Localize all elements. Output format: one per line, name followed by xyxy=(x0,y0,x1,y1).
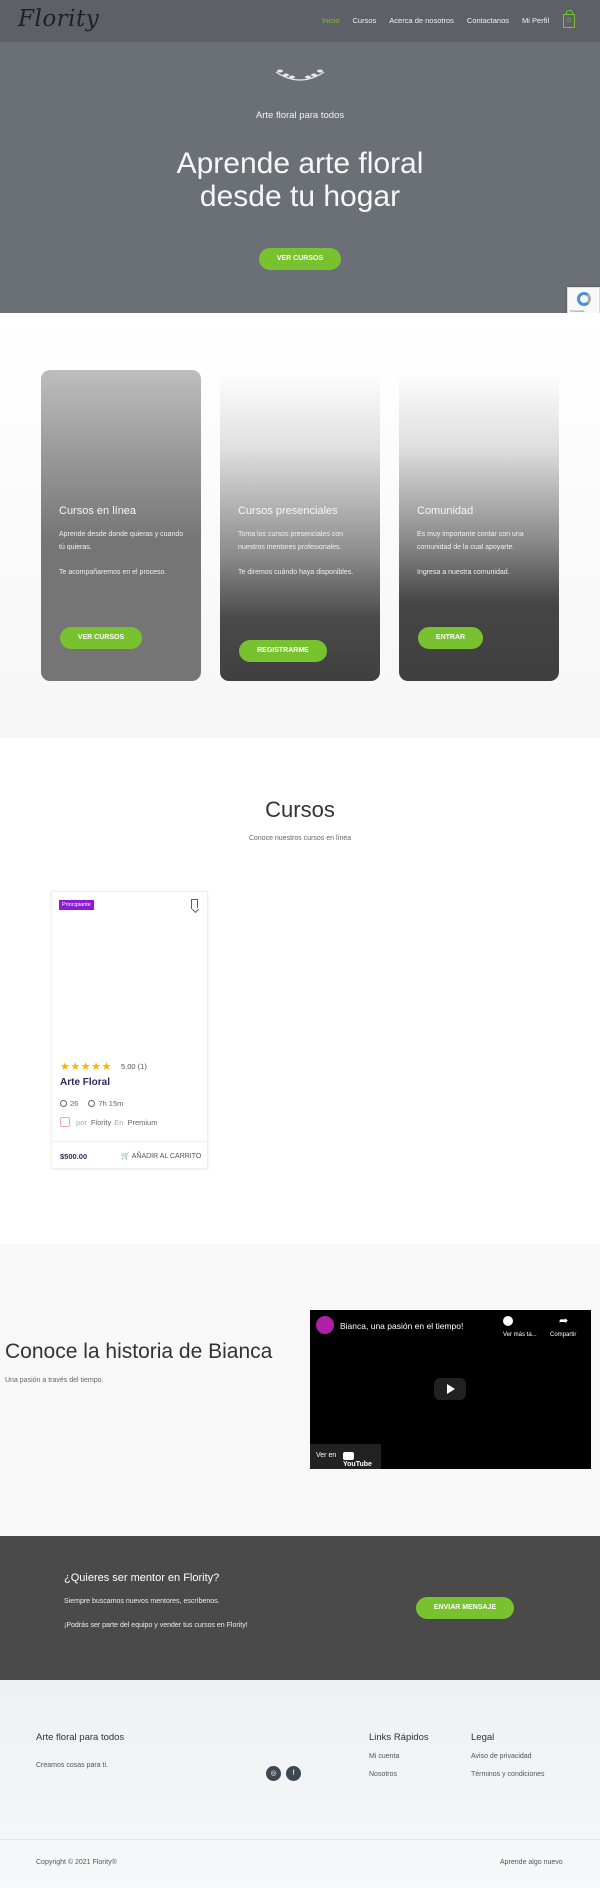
watch-later-icon[interactable] xyxy=(503,1316,513,1326)
instagram-icon[interactable]: ◎ xyxy=(266,1766,281,1781)
add-to-cart-label: AÑADIR AL CARRITO xyxy=(131,1153,202,1160)
main-nav: Inicio Cursos Acerca de nosotros Contact… xyxy=(322,16,562,25)
user-icon xyxy=(60,1100,67,1107)
course-duration: 7h 15m xyxy=(98,1099,124,1108)
video-title[interactable]: Bianca, una pasión en el tiempo! xyxy=(340,1321,463,1331)
watch-on-youtube-button[interactable]: Ver en YouTube xyxy=(310,1444,381,1469)
story-subtitle: Una pasión a través del tiempo. xyxy=(5,1377,104,1384)
card-paragraph: Te acompañaremos en el proceso. xyxy=(59,569,167,576)
hero-ver-cursos-button[interactable]: VER CURSOS xyxy=(259,248,341,270)
footer-brand-title: Arte floral para todos xyxy=(36,1732,125,1743)
footer-brand-text: Creamos cosas para ti. xyxy=(36,1762,108,1769)
card-entrar-button[interactable]: ENTRAR xyxy=(418,627,483,649)
enviar-mensaje-button[interactable]: ENVIAR MENSAJE xyxy=(416,1597,514,1619)
hero-title: Aprende arte floral desde tu hogar xyxy=(176,147,424,213)
add-to-cart-button[interactable]: 🛒 AÑADIR AL CARRITO xyxy=(121,1152,201,1160)
card-registrarme-button[interactable]: REGISTRARME xyxy=(239,640,327,662)
courses-title: Cursos xyxy=(265,797,335,822)
card-title: Cursos presenciales xyxy=(238,505,338,517)
footer-link-mi-cuenta[interactable]: Mi cuenta xyxy=(369,1753,399,1760)
courses-subtitle: Conoce nuestros cursos en línea xyxy=(248,835,352,842)
legal-title: Legal xyxy=(471,1732,495,1743)
nav-contactanos[interactable]: Contactanos xyxy=(467,16,509,25)
copyright: Copyright © 2021 Flority® xyxy=(36,1859,117,1866)
wreath-icon xyxy=(275,69,325,81)
cart-count: 0 xyxy=(567,17,571,24)
share-icon[interactable]: ➦ xyxy=(559,1314,568,1327)
mentor-text-2: ¡Podrás ser parte del equipo y vender tu… xyxy=(64,1622,248,1629)
cart-icon[interactable]: 0 xyxy=(563,10,575,28)
card-title: Comunidad xyxy=(417,505,474,517)
youtube-logo: YouTube xyxy=(343,1452,381,1468)
footer-slogan: Aprende algo nuevo xyxy=(500,1859,563,1866)
watch-on-label: Ver en xyxy=(316,1452,337,1459)
watch-later-label: Ver más ta... xyxy=(503,1332,537,1338)
students-count: 26 xyxy=(70,1099,79,1108)
card-paragraph: Te diremos cuándo haya disponibles. xyxy=(238,569,354,576)
card-text: Es muy importante contar con una comunid… xyxy=(417,528,545,591)
hero-tagline: Arte floral para todos xyxy=(255,110,345,121)
card-ver-cursos-button[interactable]: VER CURSOS xyxy=(60,627,142,649)
card-title: Cursos en línea xyxy=(59,505,137,517)
nav-mi-perfil[interactable]: Mi Perfil xyxy=(522,16,549,25)
mentor-text-1: Siempre buscamos nuevos mentores, escríb… xyxy=(64,1598,220,1605)
course-price: $500.00 xyxy=(60,1152,88,1161)
course-card[interactable]: Principiante ★★★★★ 5.00 (1) Arte Floral … xyxy=(51,891,208,1169)
card-paragraph: Aprende desde donde quieras y cuando tú … xyxy=(59,531,184,551)
course-category[interactable]: Premium xyxy=(127,1118,157,1127)
quick-links-title: Links Rápidos xyxy=(369,1732,429,1743)
footer-link-terminos[interactable]: Términos y condiciones xyxy=(471,1771,545,1778)
logo[interactable]: Flority xyxy=(18,6,99,32)
bookmark-icon[interactable] xyxy=(191,899,198,909)
rating-value: 5.00 (1) xyxy=(121,1062,147,1071)
clock-icon xyxy=(88,1100,96,1107)
card-cursos-en-linea: Cursos en línea Aprende desde donde quie… xyxy=(41,370,201,681)
youtube-video-embed[interactable]: Bianca, una pasión en el tiempo! ➦ Ver m… xyxy=(310,1310,591,1469)
card-paragraph: Toma los cursos presenciales con nuestro… xyxy=(238,531,344,551)
channel-avatar[interactable] xyxy=(316,1316,334,1334)
story-title: Conoce la historia de Bianca xyxy=(5,1340,273,1363)
cart-icon: 🛒 xyxy=(121,1153,130,1160)
rating-stars: ★★★★★ xyxy=(60,1061,112,1073)
card-comunidad: Comunidad Es muy importante contar con u… xyxy=(399,370,559,681)
footer-link-privacidad[interactable]: Aviso de privacidad xyxy=(471,1753,532,1760)
course-name[interactable]: Arte Floral xyxy=(60,1077,110,1088)
footer xyxy=(0,1680,600,1888)
card-text: Toma los cursos presenciales con nuestro… xyxy=(238,528,366,591)
nav-cursos[interactable]: Cursos xyxy=(353,16,377,25)
play-button[interactable] xyxy=(434,1378,466,1400)
level-badge: Principiante xyxy=(59,900,94,910)
course-meta: 26 7h 15m xyxy=(60,1099,123,1108)
footer-divider xyxy=(0,1839,600,1840)
author-by: por xyxy=(76,1117,87,1127)
author-avatar xyxy=(60,1117,70,1127)
card-paragraph: Ingresa a nuestra comunidad. xyxy=(417,569,510,576)
share-label: Compartir xyxy=(550,1332,577,1338)
footer-link-nosotros[interactable]: Nosotros xyxy=(369,1771,397,1778)
card-cursos-presenciales: Cursos presenciales Toma los cursos pres… xyxy=(220,370,380,681)
mentor-title: ¿Quieres ser mentor en Flority? xyxy=(64,1572,220,1584)
nav-inicio[interactable]: Inicio xyxy=(322,16,340,25)
hero-section: Flority Inicio Cursos Acerca de nosotros… xyxy=(0,0,600,313)
course-author: por Flority En Premium xyxy=(60,1117,157,1127)
card-text: Aprende desde donde quieras y cuando tú … xyxy=(59,528,187,591)
author-name[interactable]: Flority xyxy=(91,1118,111,1127)
recaptcha-icon xyxy=(577,292,591,306)
facebook-icon[interactable]: f xyxy=(286,1766,301,1781)
course-card-footer: $500.00 🛒 AÑADIR AL CARRITO xyxy=(52,1141,207,1169)
navbar: Flority Inicio Cursos Acerca de nosotros… xyxy=(0,0,600,42)
category-in: En xyxy=(114,1117,124,1127)
nav-acerca[interactable]: Acerca de nosotros xyxy=(389,16,454,25)
card-paragraph: Es muy importante contar con una comunid… xyxy=(417,531,524,551)
